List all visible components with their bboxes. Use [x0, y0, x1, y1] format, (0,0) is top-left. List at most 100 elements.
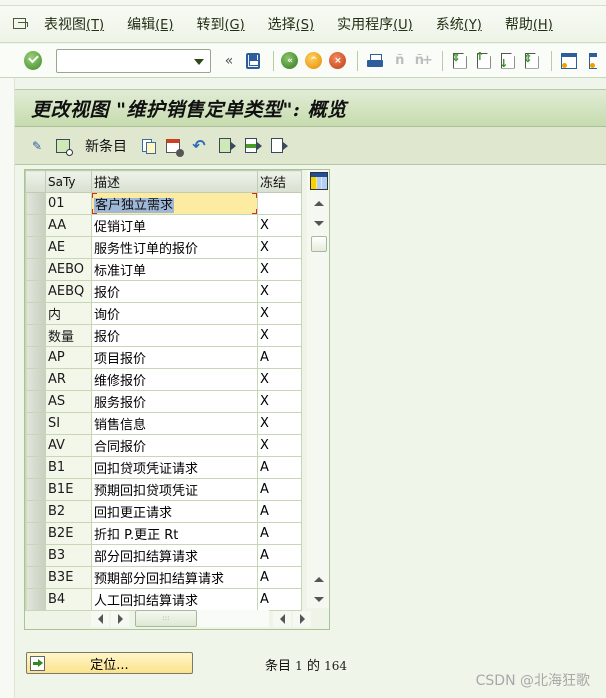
cell-description[interactable]: 回扣更正请求 [91, 500, 258, 523]
column-header-frozen[interactable]: 冻结 [257, 170, 302, 193]
cell-frozen[interactable]: X [257, 258, 302, 281]
cell-frozen[interactable]: A [257, 478, 302, 501]
menu-goto[interactable]: 转到(G) [196, 14, 244, 34]
cell-description[interactable]: 人工回扣结算请求 [91, 588, 258, 611]
cell-frozen[interactable]: A [257, 346, 302, 369]
cell-description[interactable]: 询价 [91, 302, 258, 325]
command-input[interactable] [61, 50, 202, 71]
scroll-down-button[interactable] [310, 590, 328, 608]
menu-system[interactable]: 系统(Y) [436, 14, 482, 34]
scroll-right-button-2[interactable] [293, 611, 311, 627]
row-selector[interactable] [25, 588, 46, 611]
cell-frozen[interactable]: A [257, 456, 302, 479]
display-change-icon[interactable]: ✎ [27, 136, 47, 156]
create-session-icon[interactable] [558, 50, 579, 72]
delete-icon[interactable] [163, 136, 184, 157]
exit-icon[interactable]: ^ [303, 50, 324, 72]
select-block-icon[interactable] [241, 136, 262, 156]
command-dropdown-icon[interactable] [193, 58, 204, 65]
row-selector[interactable] [25, 478, 46, 501]
row-selector[interactable] [25, 368, 46, 391]
cell-frozen[interactable]: X [257, 324, 302, 347]
scroll-right-button[interactable] [111, 611, 129, 627]
enter-icon[interactable] [24, 51, 43, 70]
cancel-icon[interactable]: × [327, 50, 348, 72]
menu-selection[interactable]: 选择(S) [268, 14, 314, 34]
menu-utilities[interactable]: 实用程序(U) [337, 14, 413, 34]
cell-description[interactable]: 销售信息 [91, 412, 258, 435]
cell-description[interactable]: 回扣贷项凭证请求 [91, 456, 258, 479]
row-selector[interactable] [25, 280, 46, 303]
back-icon[interactable]: « [280, 50, 301, 72]
print-icon[interactable] [364, 50, 385, 72]
cell-description[interactable]: 服务报价 [91, 390, 258, 413]
new-entries-button[interactable]: 新条目 [85, 136, 127, 156]
cell-frozen[interactable]: X [257, 236, 302, 259]
save-icon[interactable] [243, 50, 264, 72]
cell-frozen[interactable]: X [257, 214, 302, 237]
previous-page-icon[interactable]: ↑ [473, 50, 494, 72]
cell-description[interactable]: 服务性订单的报价 [91, 236, 258, 259]
system-menu-icon[interactable] [12, 17, 30, 31]
cell-description[interactable]: 维修报价 [91, 368, 258, 391]
history-toggle-icon[interactable]: « [219, 50, 240, 72]
row-selector[interactable] [25, 434, 46, 457]
horizontal-scrollbar[interactable]: ::: [91, 610, 311, 628]
row-selector[interactable] [25, 214, 46, 237]
scroll-left-button-2[interactable] [273, 611, 291, 627]
row-selector[interactable] [25, 258, 46, 281]
next-page-icon[interactable]: ↓ [497, 50, 518, 72]
undo-icon[interactable]: ↶ [189, 136, 209, 156]
cell-description[interactable]: 报价 [91, 280, 258, 303]
select-all-rows-button[interactable] [25, 170, 46, 193]
column-header-description[interactable]: 描述 [91, 170, 258, 193]
horizontal-scroll-thumb[interactable]: ::: [135, 610, 197, 627]
shortcut-icon[interactable] [582, 50, 603, 72]
cell-description[interactable]: 报价 [91, 324, 258, 347]
table-settings-icon[interactable] [310, 172, 328, 190]
menu-edit[interactable]: 编辑(E) [127, 14, 173, 34]
cell-description[interactable]: 促销订单 [91, 214, 258, 237]
cell-frozen[interactable]: X [257, 302, 302, 325]
cell-frozen[interactable] [257, 192, 302, 215]
scroll-up-button[interactable] [310, 570, 328, 588]
last-page-icon[interactable]: ⇕ [521, 50, 542, 72]
row-selector[interactable] [25, 192, 46, 215]
cell-frozen[interactable]: X [257, 434, 302, 457]
position-button[interactable]: 定位... [26, 652, 193, 674]
row-selector[interactable] [25, 390, 46, 413]
cell-frozen[interactable]: A [257, 500, 302, 523]
row-selector[interactable] [25, 302, 46, 325]
row-selector[interactable] [25, 522, 46, 545]
cell-frozen[interactable]: A [257, 588, 302, 611]
cell-frozen[interactable]: X [257, 390, 302, 413]
cell-frozen[interactable]: X [257, 412, 302, 435]
cell-description[interactable]: 标准订单 [91, 258, 258, 281]
cell-description[interactable]: 预期部分回扣结算请求 [91, 566, 258, 589]
first-page-icon[interactable]: ⇕ [449, 50, 470, 72]
row-selector[interactable] [25, 456, 46, 479]
select-all-icon[interactable] [215, 136, 236, 156]
cell-description[interactable]: 客户独立需求 [91, 192, 258, 215]
row-selector[interactable] [25, 412, 46, 435]
deselect-all-icon[interactable] [267, 136, 288, 156]
cell-description[interactable]: 项目报价 [91, 346, 258, 369]
row-selector[interactable] [25, 346, 46, 369]
cell-frozen[interactable]: A [257, 544, 302, 567]
cell-frozen[interactable]: A [257, 566, 302, 589]
command-field[interactable] [56, 48, 211, 73]
menu-table-view[interactable]: 表视图(T) [44, 14, 104, 34]
row-selector[interactable] [25, 324, 46, 347]
row-selector[interactable] [25, 236, 46, 259]
cell-frozen[interactable]: X [257, 280, 302, 303]
cell-description[interactable]: 部分回扣结算请求 [91, 544, 258, 567]
row-selector[interactable] [25, 500, 46, 523]
scroll-page-up-button[interactable] [310, 194, 328, 212]
cell-frozen[interactable]: X [257, 368, 302, 391]
cell-description[interactable]: 预期回扣贷项凭证 [91, 478, 258, 501]
cell-description[interactable]: 合同报价 [91, 434, 258, 457]
vertical-scroll-thumb[interactable] [311, 236, 327, 252]
cell-description[interactable]: 折扣 P.更正 Rt [91, 522, 258, 545]
row-selector[interactable] [25, 566, 46, 589]
menu-help[interactable]: 帮助(H) [505, 14, 553, 34]
